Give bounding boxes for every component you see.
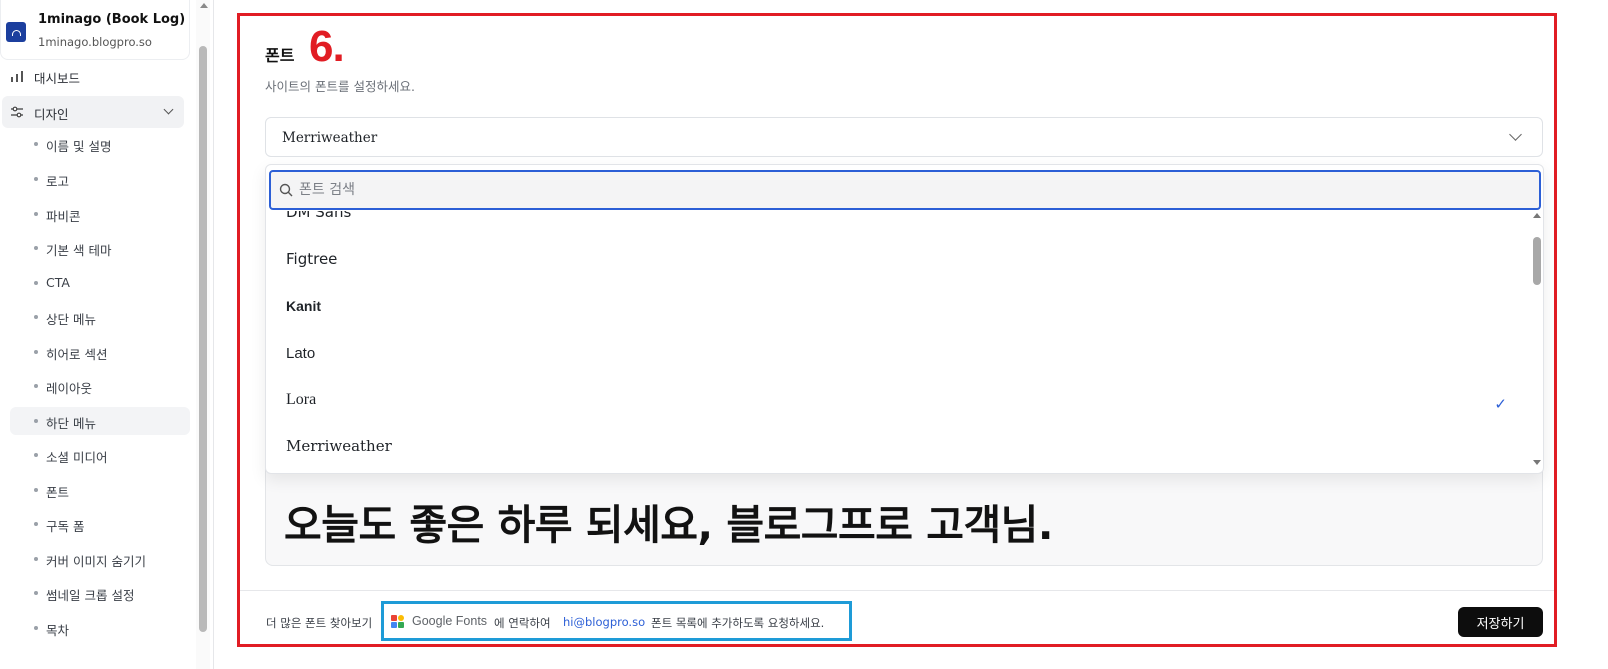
step-number-annotation: 6. [309, 22, 345, 71]
sidebar-item-label: 썸네일 크롭 설정 [46, 588, 135, 603]
sidebar-item-label: 구독 폼 [46, 519, 85, 534]
font-search-field[interactable] [269, 170, 1541, 210]
scroll-up-icon[interactable] [1533, 213, 1541, 218]
font-dropdown: DM Sans Figtree Kanit Lato Lora Merriwea… [265, 164, 1544, 474]
google-fonts-link[interactable]: Google Fonts [412, 614, 487, 628]
sidebar-item-cta[interactable]: CTA [10, 269, 190, 297]
sidebar-item-label: 소셜 미디어 [46, 450, 108, 465]
contact-email-link[interactable]: hi@blogpro.so [563, 615, 645, 629]
site-logo-icon [6, 22, 26, 42]
font-option-dm-sans[interactable]: DM Sans [286, 211, 351, 221]
sliders-icon [11, 106, 23, 118]
more-fonts-text: 더 많은 폰트 찾아보기 [266, 616, 373, 630]
sidebar-item-label: 폰트 [46, 485, 70, 500]
section-title: 폰트 [265, 46, 295, 65]
check-icon: ✓ [1494, 395, 1507, 413]
font-option-lato[interactable]: Lato [286, 345, 315, 362]
sidebar-item-label: 커버 이미지 숨기기 [46, 554, 146, 569]
sidebar: 1minago (Book Log) 1minago.blogpro.so 대시… [0, 0, 214, 669]
font-select-value: Merriweather [282, 130, 378, 146]
contact-text: 에 연락하여 [494, 616, 551, 630]
scroll-down-icon[interactable] [1533, 460, 1541, 465]
sidebar-item-hero-section[interactable]: 히어로 섹션 [10, 338, 190, 366]
sidebar-item-color-theme[interactable]: 기본 색 테마 [10, 234, 190, 262]
bullet-icon [34, 591, 38, 595]
chevron-down-icon [1509, 128, 1522, 141]
save-button[interactable]: 저장하기 [1458, 607, 1543, 637]
sidebar-item-layout[interactable]: 레이아웃 [10, 372, 190, 400]
bullet-icon [34, 384, 38, 388]
site-switcher[interactable]: 1minago (Book Log) 1minago.blogpro.so [0, 0, 190, 60]
bullet-icon [34, 177, 38, 181]
sidebar-item-toc[interactable]: 목차 [10, 614, 190, 642]
section-description: 사이트의 폰트를 설정하세요. [265, 79, 415, 94]
bullet-icon [34, 419, 38, 423]
bullet-icon [34, 453, 38, 457]
scrollbar-thumb[interactable] [199, 46, 207, 632]
sidebar-item-label: 이름 및 설명 [46, 139, 112, 154]
bullet-icon [34, 142, 38, 146]
site-domain: 1minago.blogpro.so [38, 35, 152, 49]
font-option-figtree[interactable]: Figtree [286, 250, 337, 268]
nav-item-design[interactable]: 디자인 [2, 96, 184, 128]
font-preview-text: 오늘도 좋은 하루 되세요, 블로그프로 고객님. [284, 501, 1053, 549]
bullet-icon [34, 246, 38, 250]
sidebar-item-top-menu[interactable]: 상단 메뉴 [10, 303, 190, 331]
chevron-down-icon [163, 104, 174, 115]
dropdown-scrollbar[interactable] [1531, 211, 1543, 467]
request-text: 폰트 목록에 추가하도록 요청하세요. [651, 616, 825, 630]
bullet-icon [34, 350, 38, 354]
bullet-icon [34, 212, 38, 216]
sidebar-item-hide-cover-image[interactable]: 커버 이미지 숨기기 [10, 545, 190, 573]
sidebar-item-subscribe-form[interactable]: 구독 폼 [10, 510, 190, 538]
sidebar-item-font[interactable]: 폰트 [10, 476, 190, 504]
sidebar-item-name-description[interactable]: 이름 및 설명 [10, 130, 190, 158]
sidebar-item-label: 파비콘 [46, 209, 81, 224]
nav-item-label: 디자인 [34, 107, 69, 122]
scrollbar-thumb[interactable] [1533, 237, 1541, 285]
sidebar-item-thumbnail-crop[interactable]: 썸네일 크롭 설정 [10, 579, 190, 607]
sidebar-item-label: 기본 색 테마 [46, 243, 112, 258]
site-name: 1minago (Book Log) [38, 12, 186, 27]
bullet-icon [34, 522, 38, 526]
sidebar-item-label: 상단 메뉴 [46, 312, 96, 327]
bullet-icon [34, 626, 38, 630]
font-option-list: DM Sans Figtree Kanit Lato Lora Merriwea… [266, 211, 1528, 473]
sidebar-item-favicon[interactable]: 파비콘 [10, 200, 190, 228]
bullet-icon [34, 315, 38, 319]
font-option-lora[interactable]: Lora [286, 391, 316, 409]
sidebar-item-footer-menu[interactable]: 하단 메뉴 [10, 407, 190, 435]
footer-divider [240, 590, 1554, 591]
google-fonts-logo-icon [391, 615, 404, 628]
sidebar-item-label: 하단 메뉴 [46, 416, 96, 431]
font-option-kanit[interactable]: Kanit [286, 298, 321, 314]
sidebar-item-label: CTA [46, 275, 70, 290]
font-option-merriweather[interactable]: Merriweather [286, 437, 392, 455]
search-icon [279, 183, 293, 197]
bullet-icon [34, 557, 38, 561]
font-select[interactable]: Merriweather [265, 117, 1543, 157]
sidebar-item-label: 레이아웃 [46, 381, 93, 396]
bullet-icon [34, 281, 38, 285]
font-search-input[interactable] [299, 178, 1499, 202]
bullet-icon [34, 488, 38, 492]
bar-chart-icon [11, 71, 23, 82]
nav-item-dashboard[interactable]: 대시보드 [0, 60, 190, 92]
sidebar-item-logo[interactable]: 로고 [10, 165, 190, 193]
sidebar-item-label: 목차 [46, 623, 70, 638]
sidebar-item-label: 히어로 섹션 [46, 347, 108, 362]
google-fonts-annotation: Google Fonts 에 연락하여 hi@blogpro.so 폰트 목록에… [381, 601, 852, 641]
scroll-up-icon[interactable] [200, 3, 208, 8]
sidebar-item-label: 로고 [46, 174, 70, 189]
sidebar-scrollbar[interactable] [196, 0, 210, 669]
nav-item-label: 대시보드 [34, 71, 81, 86]
sidebar-item-social-media[interactable]: 소셜 미디어 [10, 441, 190, 469]
